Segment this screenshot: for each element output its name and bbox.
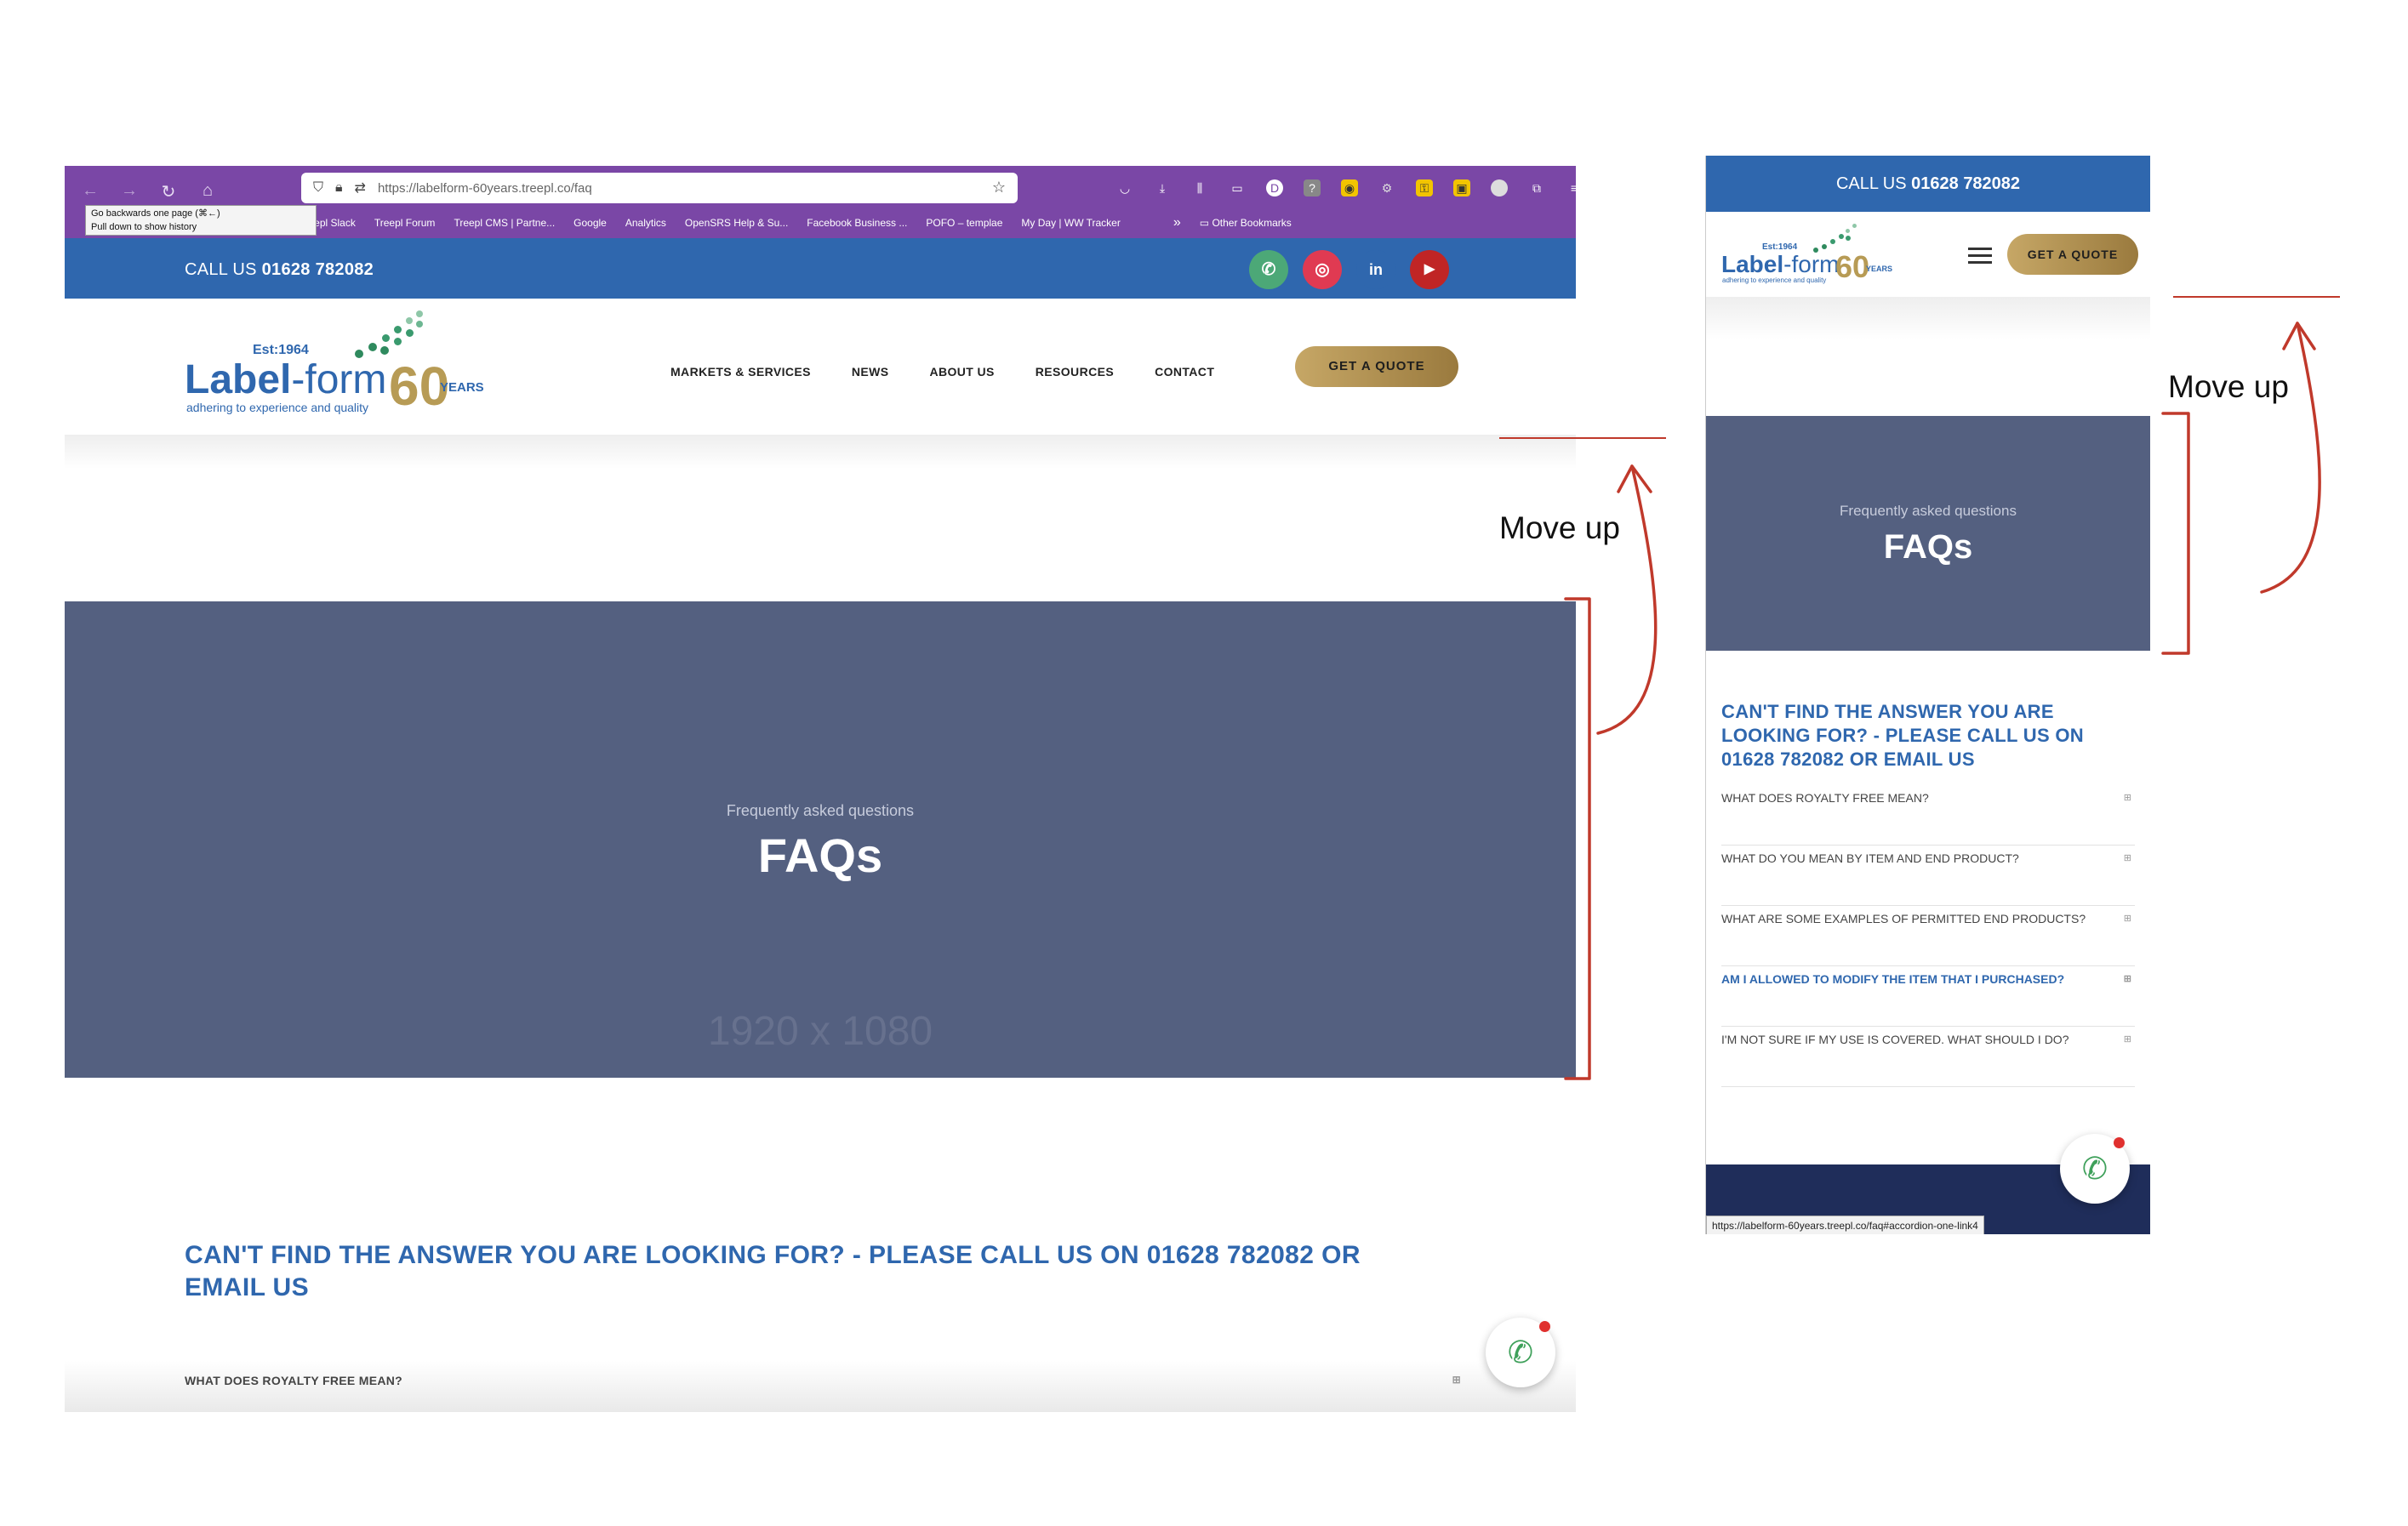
mobile-arrow <box>2260 322 2321 594</box>
desktop-bracket <box>1564 597 1591 1080</box>
annotation-marks <box>1564 322 2321 1080</box>
mobile-bracket <box>2161 412 2190 655</box>
desktop-arrow <box>1596 464 1658 735</box>
